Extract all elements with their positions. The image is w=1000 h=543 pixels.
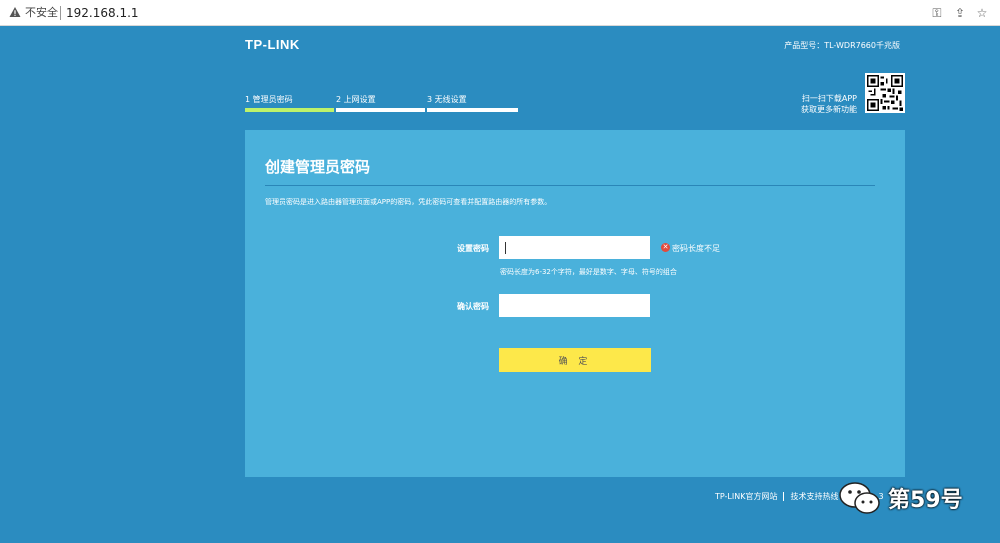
address-separator [60, 6, 61, 20]
security-label[interactable]: 不安全 [25, 6, 58, 20]
step-bar-admin-password [245, 108, 334, 112]
app-download-line2: 获取更多新功能 [801, 105, 857, 114]
key-icon[interactable]: ⚿ [930, 6, 944, 20]
watermark-text: 第59号 [888, 488, 963, 513]
step-bar-internet-setup [336, 108, 425, 112]
official-site-link[interactable]: TP-LINK官方网站 [715, 492, 777, 501]
star-icon[interactable]: ☆ [975, 6, 989, 20]
error-icon: ✕ [661, 243, 670, 252]
step-admin-password: 1 管理员密码 [245, 95, 293, 104]
password-input[interactable] [499, 236, 650, 259]
product-model: 产品型号：TL-WDR7660千兆版 [784, 41, 900, 50]
footer-separator [783, 492, 785, 501]
warning-icon[interactable] [9, 6, 21, 18]
app-download-text: 扫一扫下载APP 获取更多新功能 [760, 93, 857, 115]
text-caret [505, 242, 506, 254]
tp-link-logo: TP-LINK [245, 37, 300, 52]
create-password-card: 创建管理员密码 管理员密码是进入路由器管理页面或APP的密码，凭此密码可查看并配… [245, 130, 905, 477]
share-icon[interactable]: ⇪ [953, 6, 967, 20]
page-title: 创建管理员密码 [265, 158, 371, 176]
app-download-line1: 扫一扫下载APP [801, 94, 857, 103]
browser-address-bar[interactable]: 不安全 192.168.1.1 ⚿ ⇪ ☆ [0, 0, 1000, 26]
confirm-button[interactable]: 确 定 [499, 348, 651, 372]
step-bar-wireless-setup [427, 108, 518, 112]
password-label: 设置密码 [457, 244, 489, 253]
url-text[interactable]: 192.168.1.1 [66, 5, 139, 21]
confirm-password-input[interactable] [499, 294, 650, 317]
support-hotline-link[interactable]: 技术支持热线 [790, 492, 838, 501]
wechat-icon [839, 482, 880, 514]
step-wireless-setup: 3 无线设置 [427, 95, 467, 104]
title-divider [265, 185, 875, 186]
qr-code-icon [865, 73, 905, 113]
step-internet-setup: 2 上网设置 [336, 95, 376, 104]
password-error-text: 密码长度不足 [672, 244, 720, 253]
password-hint: 密码长度为6-32个字符，最好是数字、字母、符号的组合 [500, 268, 677, 276]
page-description: 管理员密码是进入路由器管理页面或APP的密码，凭此密码可查看并配置路由器的所有参… [265, 198, 552, 206]
confirm-password-label: 确认密码 [457, 302, 489, 311]
